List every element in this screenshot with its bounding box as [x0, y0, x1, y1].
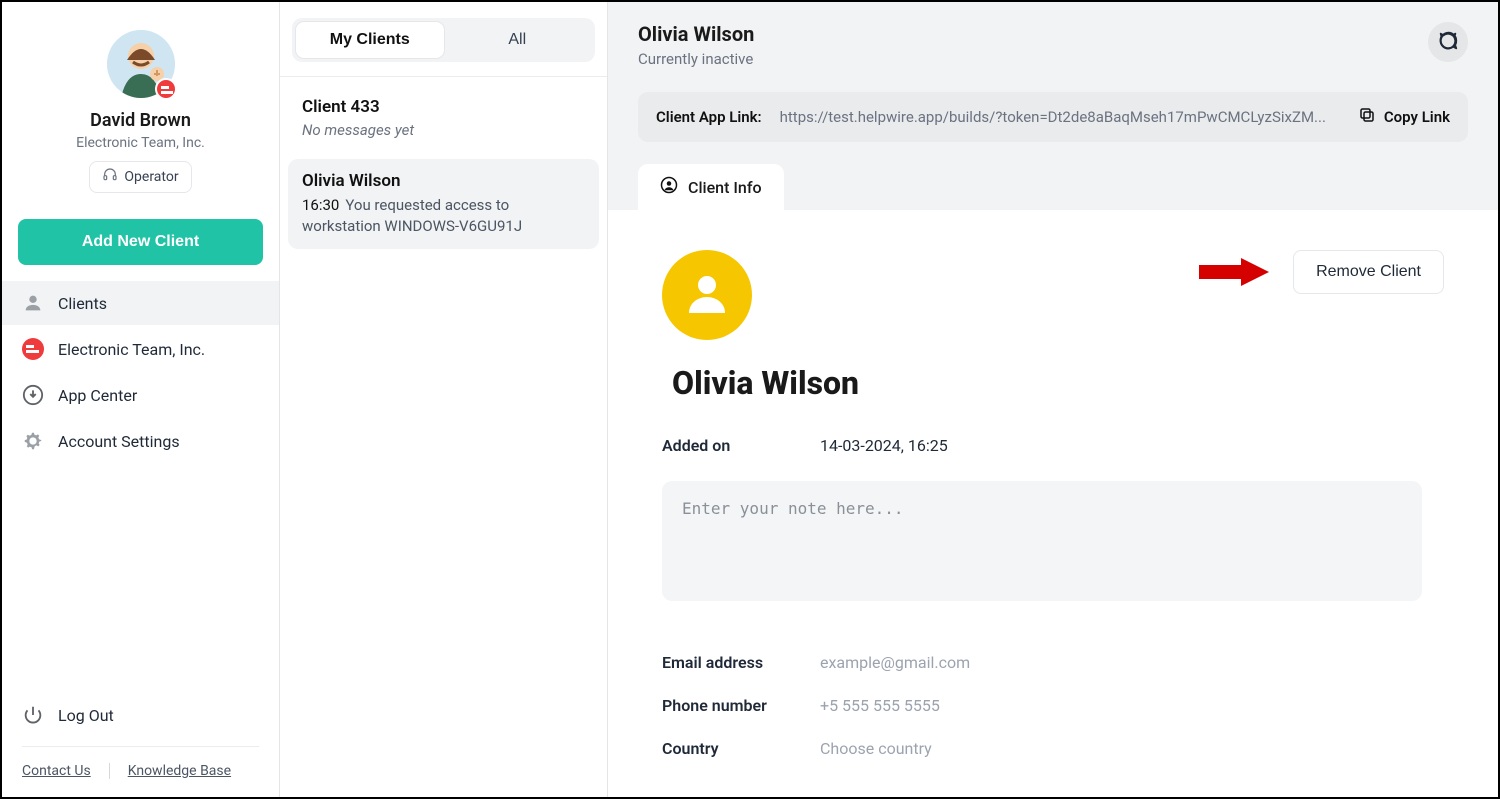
- role-label: Operator: [124, 169, 178, 185]
- contact-fields: Email address example@gmail.com Phone nu…: [662, 643, 1444, 772]
- nav-account-settings[interactable]: Account Settings: [2, 419, 279, 463]
- divider: [109, 763, 110, 779]
- client-head-row: Remove Client: [662, 250, 1444, 340]
- link-label: Client App Link:: [656, 108, 762, 126]
- client-avatar: [662, 250, 752, 340]
- nav-label: Account Settings: [58, 432, 180, 451]
- person-circle-icon: [660, 176, 678, 198]
- client-item[interactable]: Olivia Wilson 16:30You requested access …: [288, 159, 599, 249]
- arrow-annotation-icon: [1199, 254, 1269, 290]
- main-tab-row: Client Info: [638, 164, 1468, 210]
- client-title: Olivia Wilson: [302, 171, 585, 191]
- client-header-name: Olivia Wilson: [638, 22, 754, 46]
- profile-name: David Brown: [18, 110, 263, 131]
- nav-label: App Center: [58, 386, 137, 405]
- sidebar-footer: Log Out Contact Us Knowledge Base: [2, 694, 279, 797]
- added-on-value: 14-03-2024, 16:25: [820, 436, 948, 455]
- logout-button[interactable]: Log Out: [22, 694, 259, 746]
- tab-all[interactable]: All: [444, 22, 592, 58]
- kb-link[interactable]: Knowledge Base: [128, 763, 231, 779]
- client-item[interactable]: Client 433 No messages yet: [288, 85, 599, 151]
- added-on-row: Added on 14-03-2024, 16:25: [662, 430, 1444, 481]
- phone-placeholder: +5 555 555 5555: [820, 696, 940, 715]
- client-title: Client 433: [302, 97, 585, 117]
- tab-label: Client Info: [688, 178, 762, 197]
- role-pill: Operator: [89, 161, 191, 193]
- remove-client-button[interactable]: Remove Client: [1293, 250, 1444, 294]
- copy-icon: [1358, 106, 1376, 128]
- added-on-label: Added on: [662, 436, 820, 455]
- client-link-bar: Client App Link: https://test.helpwire.a…: [638, 92, 1468, 142]
- download-icon: [22, 384, 44, 406]
- nav-label: Clients: [58, 294, 107, 313]
- profile-company: Electronic Team, Inc.: [18, 135, 263, 151]
- client-list: Client 433 No messages yet Olivia Wilson…: [280, 77, 607, 257]
- phone-row[interactable]: Phone number +5 555 555 5555: [662, 686, 1444, 729]
- footer-links: Contact Us Knowledge Base: [22, 746, 259, 779]
- nav-company[interactable]: Electronic Team, Inc.: [2, 327, 279, 371]
- power-icon: [22, 704, 44, 726]
- segmented-control: My Clients All: [292, 18, 595, 62]
- nav-app-center[interactable]: App Center: [2, 373, 279, 417]
- person-icon: [22, 292, 44, 314]
- client-message: 16:30You requested access to workstation…: [302, 195, 585, 237]
- user-icon: [683, 269, 731, 321]
- gear-icon: [22, 430, 44, 452]
- copy-link-button[interactable]: Copy Link: [1358, 106, 1450, 128]
- chat-button[interactable]: [1428, 22, 1468, 62]
- nav-clients[interactable]: Clients: [2, 281, 279, 325]
- main-panel: Olivia Wilson Currently inactive Client …: [608, 2, 1498, 797]
- email-placeholder: example@gmail.com: [820, 653, 970, 672]
- nav-label: Electronic Team, Inc.: [58, 340, 205, 359]
- link-url: https://test.helpwire.app/builds/?token=…: [780, 108, 1340, 126]
- country-placeholder: Choose country: [820, 739, 932, 758]
- email-label: Email address: [662, 653, 820, 672]
- client-list-column: My Clients All Client 433 No messages ye…: [280, 2, 608, 797]
- avatar-wrap: [107, 30, 175, 98]
- client-info-panel: Remove Client Olivia Wilson Added on 14-…: [608, 210, 1498, 797]
- client-time: 16:30: [302, 196, 339, 214]
- country-label: Country: [662, 739, 820, 758]
- tab-client-info[interactable]: Client Info: [638, 164, 784, 210]
- header-left: Olivia Wilson Currently inactive: [638, 22, 754, 68]
- company-logo-icon: [22, 338, 44, 360]
- profile-block: David Brown Electronic Team, Inc. Operat…: [2, 2, 279, 201]
- add-client-button[interactable]: Add New Client: [18, 219, 263, 265]
- main-header: Olivia Wilson Currently inactive: [608, 2, 1498, 68]
- tab-my-clients[interactable]: My Clients: [296, 22, 444, 58]
- list-tabs: My Clients All: [280, 2, 607, 77]
- phone-label: Phone number: [662, 696, 820, 715]
- logout-label: Log Out: [58, 706, 114, 725]
- chat-icon: [1437, 30, 1459, 55]
- country-row[interactable]: Country Choose country: [662, 729, 1444, 772]
- company-badge-icon: [155, 78, 177, 100]
- client-status: Currently inactive: [638, 50, 754, 68]
- sidebar: David Brown Electronic Team, Inc. Operat…: [2, 2, 280, 797]
- headset-icon: [102, 167, 118, 187]
- contact-link[interactable]: Contact Us: [22, 763, 91, 779]
- client-sub: No messages yet: [302, 121, 585, 139]
- copy-link-label: Copy Link: [1384, 108, 1450, 126]
- sidebar-nav: Clients Electronic Team, Inc. App Center…: [2, 281, 279, 463]
- client-name-heading: Olivia Wilson: [672, 364, 1444, 402]
- email-row[interactable]: Email address example@gmail.com: [662, 643, 1444, 686]
- note-input[interactable]: [662, 481, 1422, 601]
